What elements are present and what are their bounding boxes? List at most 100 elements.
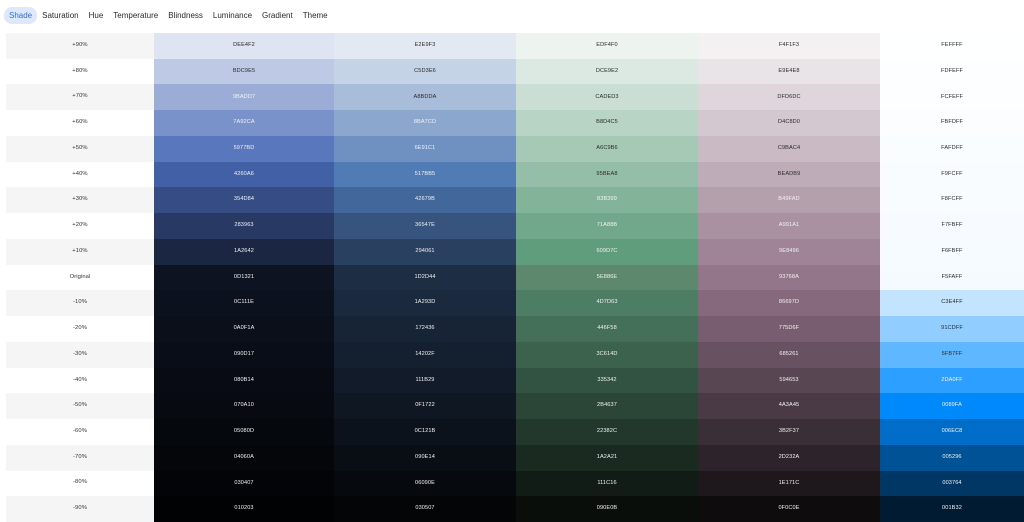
tab-luminance[interactable]: Luminance <box>208 7 257 24</box>
color-swatch[interactable]: 1E171C <box>698 470 880 497</box>
color-swatch[interactable]: 294061 <box>334 238 516 265</box>
color-swatch[interactable]: A991A1 <box>698 213 880 239</box>
color-swatch[interactable]: 4A3A45 <box>698 393 880 420</box>
color-swatch[interactable]: E9E4E8 <box>698 58 880 85</box>
color-swatch[interactable]: FBFDFF <box>880 110 1024 136</box>
tab-shade[interactable]: Shade <box>4 7 38 24</box>
tab-hue[interactable]: Hue <box>84 7 109 24</box>
color-swatch[interactable]: 22382C <box>516 419 698 445</box>
tab-theme[interactable]: Theme <box>298 7 333 24</box>
color-swatch[interactable]: 446F58 <box>516 316 698 342</box>
color-swatch[interactable]: 0A0F1A <box>154 316 334 342</box>
color-swatch[interactable]: 0D1321 <box>154 264 334 291</box>
color-swatch[interactable]: 283963 <box>154 213 334 239</box>
color-swatch[interactable]: F5FAFF <box>880 264 1024 291</box>
color-swatch[interactable]: 111B29 <box>334 367 516 394</box>
color-swatch[interactable]: 090D17 <box>154 341 334 368</box>
color-swatch[interactable]: 36547E <box>334 213 516 239</box>
color-swatch[interactable]: C3E4FF <box>880 290 1024 317</box>
color-swatch[interactable]: F6FBFF <box>880 238 1024 265</box>
color-swatch[interactable]: F9FCFF <box>880 161 1024 188</box>
color-swatch[interactable]: 0089FA <box>880 393 1024 420</box>
color-swatch[interactable]: 010203 <box>154 496 334 522</box>
color-swatch[interactable]: F8FCFF <box>880 187 1024 214</box>
color-swatch[interactable]: 06090E <box>334 470 516 497</box>
color-swatch[interactable]: 2DA0FF <box>880 367 1024 394</box>
color-swatch[interactable]: DCE9E2 <box>516 58 698 85</box>
color-swatch[interactable]: 030507 <box>334 496 516 522</box>
color-swatch[interactable]: 0C121B <box>334 419 516 445</box>
color-swatch[interactable]: CADED3 <box>516 84 698 111</box>
color-swatch[interactable]: 6E91C1 <box>334 135 516 162</box>
color-swatch[interactable]: 001B32 <box>880 496 1024 522</box>
color-swatch[interactable]: EDF4F0 <box>516 33 698 59</box>
color-swatch[interactable]: D4C8D0 <box>698 110 880 136</box>
color-swatch[interactable]: FAFDFF <box>880 135 1024 162</box>
color-swatch[interactable]: 14202F <box>334 341 516 368</box>
color-swatch[interactable]: DFD6DC <box>698 84 880 111</box>
color-swatch[interactable]: 9BADD7 <box>154 84 334 111</box>
color-swatch[interactable]: F4F1F3 <box>698 33 880 59</box>
color-swatch[interactable]: 8BA7CD <box>334 110 516 136</box>
color-swatch[interactable]: 090E0B <box>516 496 698 522</box>
color-swatch[interactable]: 080B14 <box>154 367 334 394</box>
color-swatch[interactable]: 4260A6 <box>154 161 334 188</box>
color-swatch[interactable]: 86697D <box>698 290 880 317</box>
color-swatch[interactable]: BEADB9 <box>698 161 880 188</box>
color-swatch[interactable]: FEFFFF <box>880 33 1024 59</box>
color-swatch[interactable]: 111C16 <box>516 470 698 497</box>
color-swatch[interactable]: FCFEFF <box>880 84 1024 111</box>
color-swatch[interactable]: 003764 <box>880 470 1024 497</box>
tab-temperature[interactable]: Temperature <box>108 7 163 24</box>
color-swatch[interactable]: 5E886E <box>516 264 698 291</box>
color-swatch[interactable]: C5D3E6 <box>334 58 516 85</box>
color-swatch[interactable]: A6C9B6 <box>516 135 698 162</box>
color-swatch[interactable]: 5FB7FF <box>880 341 1024 368</box>
color-swatch[interactable]: 005296 <box>880 444 1024 471</box>
color-swatch[interactable]: 4D7D63 <box>516 290 698 317</box>
color-swatch[interactable]: 090E14 <box>334 444 516 471</box>
color-swatch[interactable]: 7A92CA <box>154 110 334 136</box>
color-swatch[interactable]: C9BAC4 <box>698 135 880 162</box>
color-swatch[interactable]: F7FBFF <box>880 213 1024 239</box>
tab-gradient[interactable]: Gradient <box>257 7 298 24</box>
color-swatch[interactable]: 354D84 <box>154 187 334 214</box>
color-swatch[interactable]: 1A293D <box>334 290 516 317</box>
tab-blindness[interactable]: Blindness <box>163 7 208 24</box>
color-swatch[interactable]: 3C614D <box>516 341 698 368</box>
color-swatch[interactable]: B8D4C5 <box>516 110 698 136</box>
color-swatch[interactable]: 775D6F <box>698 316 880 342</box>
color-swatch[interactable]: 335342 <box>516 367 698 394</box>
color-swatch[interactable]: 1A2642 <box>154 238 334 265</box>
color-swatch[interactable]: 0F0C0E <box>698 496 880 522</box>
color-swatch[interactable]: E2E9F3 <box>334 33 516 59</box>
color-swatch[interactable]: 006EC8 <box>880 419 1024 445</box>
color-swatch[interactable]: 71A88B <box>516 213 698 239</box>
color-swatch[interactable]: A8BDDA <box>334 84 516 111</box>
color-swatch[interactable]: BDC9E5 <box>154 58 334 85</box>
color-swatch[interactable]: 3B2F37 <box>698 419 880 445</box>
color-swatch[interactable]: 42679B <box>334 187 516 214</box>
color-swatch[interactable]: 91CDFF <box>880 316 1024 342</box>
color-swatch[interactable]: B49FAD <box>698 187 880 214</box>
color-swatch[interactable]: 83B399 <box>516 187 698 214</box>
color-swatch[interactable]: 95BEA8 <box>516 161 698 188</box>
color-swatch[interactable]: 685261 <box>698 341 880 368</box>
color-swatch[interactable]: 1D2D44 <box>334 264 516 291</box>
color-swatch[interactable]: 0F1722 <box>334 393 516 420</box>
color-swatch[interactable]: 0C111E <box>154 290 334 317</box>
color-swatch[interactable]: FDFEFF <box>880 58 1024 85</box>
color-swatch[interactable]: 05080D <box>154 419 334 445</box>
color-swatch[interactable]: 070A10 <box>154 393 334 420</box>
color-swatch[interactable]: 9E8496 <box>698 238 880 265</box>
color-swatch[interactable]: 1A2A21 <box>516 444 698 471</box>
color-swatch[interactable]: 609D7C <box>516 238 698 265</box>
color-swatch[interactable]: 172436 <box>334 316 516 342</box>
color-swatch[interactable]: 2D232A <box>698 444 880 471</box>
color-swatch[interactable]: 030407 <box>154 470 334 497</box>
color-swatch[interactable]: 93768A <box>698 264 880 291</box>
color-swatch[interactable]: 04060A <box>154 444 334 471</box>
color-swatch[interactable]: 517BB5 <box>334 161 516 188</box>
color-swatch[interactable]: 2B4637 <box>516 393 698 420</box>
color-swatch[interactable]: DEE4F2 <box>154 33 334 59</box>
